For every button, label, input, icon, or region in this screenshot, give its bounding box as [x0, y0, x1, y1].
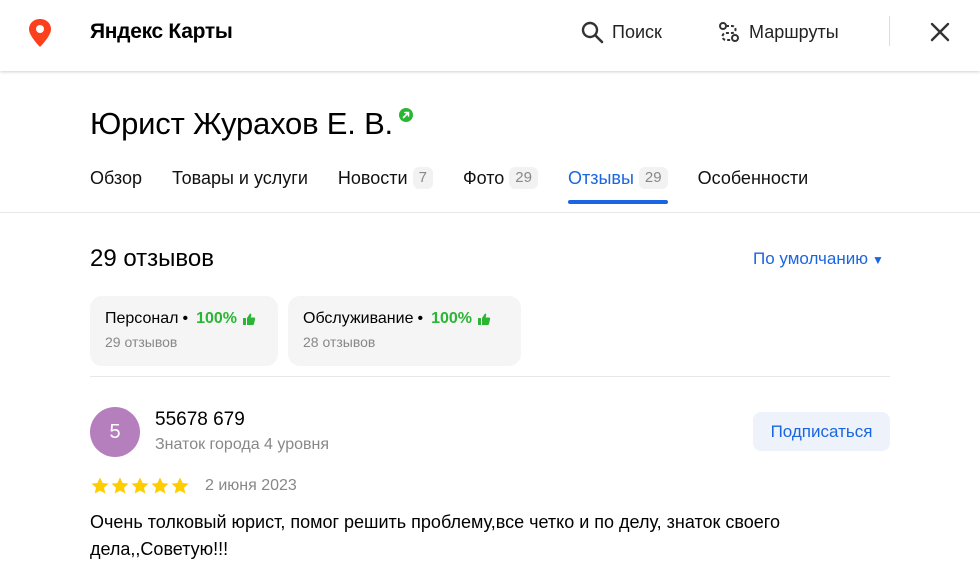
routes-label: Маршруты [749, 21, 839, 42]
tab-label: Товары и услуги [172, 167, 308, 188]
avatar[interactable]: 5 [90, 407, 140, 457]
tab-bar: Обзор Товары и услуги Новости 7 Фото 29 … [90, 164, 838, 204]
tab-label: Новости [337, 167, 408, 188]
search-button[interactable]: Поиск [580, 18, 662, 46]
separator-dot: • [417, 310, 424, 327]
tab-label: Особенности [697, 167, 809, 188]
star-icon [131, 477, 149, 494]
aspect-percent: 100% [431, 310, 473, 327]
organization-title: Юрист Журахов Е. В. [90, 106, 413, 142]
brand-logo[interactable]: Яндекс Карты [90, 20, 233, 44]
header-divider [889, 16, 890, 46]
review-author-level: Знаток города 4 уровня [155, 436, 330, 453]
tab-label: Отзывы [567, 167, 634, 188]
aspect-card-service[interactable]: Обслуживание • 100% 28 отзывов [288, 296, 521, 366]
tab-photos[interactable]: Фото 29 [463, 164, 538, 192]
chevron-down-icon: ▼ [871, 253, 884, 267]
aspect-subtitle: 28 отзывов [303, 334, 376, 350]
verified-badge-icon [398, 108, 413, 122]
separator-dot: • [182, 310, 189, 327]
organization-name: Юрист Журахов Е. В. [90, 106, 393, 141]
tab-count-badge: 7 [412, 167, 433, 189]
tabs-divider [0, 212, 980, 213]
aspect-percent: 100% [196, 310, 237, 327]
reviews-count-heading: 29 отзывов [90, 245, 215, 272]
subscribe-button[interactable]: Подписаться [753, 412, 890, 451]
top-bar: Яндекс Карты Поиск Маршруты [0, 0, 980, 71]
tab-count-badge: 29 [638, 167, 668, 189]
tab-count-badge: 29 [509, 167, 538, 189]
review-date: 2 июня 2023 [205, 477, 297, 494]
rating-stars [90, 476, 190, 496]
map-pin-logo-icon[interactable] [27, 18, 53, 48]
tab-reviews[interactable]: Отзывы 29 [567, 164, 668, 204]
routes-button[interactable]: Маршруты [717, 18, 839, 46]
aspect-name: Персонал [105, 310, 179, 327]
review-author-name[interactable]: 55678 679 [155, 409, 245, 431]
route-icon [719, 22, 739, 42]
tab-label: Фото [462, 167, 505, 188]
thumbs-up-icon [478, 313, 491, 325]
aspects-divider [90, 376, 890, 377]
tab-features[interactable]: Особенности [698, 164, 809, 192]
star-icon [171, 477, 189, 494]
star-icon [91, 477, 109, 494]
tab-overview[interactable]: Обзор [90, 164, 142, 192]
sort-label: По умолчанию [753, 249, 868, 268]
close-icon[interactable] [929, 21, 951, 43]
star-icon [111, 477, 129, 494]
thumbs-up-icon [242, 313, 256, 325]
search-icon [581, 21, 604, 44]
sort-dropdown[interactable]: По умолчанию ▼ [753, 249, 884, 269]
star-icon [151, 477, 169, 494]
tab-goods-services[interactable]: Товары и услуги [172, 164, 308, 192]
tab-news[interactable]: Новости 7 [338, 164, 433, 192]
review-text: Очень толковый юрист, помог решить пробл… [90, 512, 780, 559]
aspect-subtitle: 29 отзывов [105, 334, 178, 350]
tab-label: Обзор [90, 167, 142, 188]
aspect-name: Обслуживание [303, 310, 414, 327]
aspect-card-staff[interactable]: Персонал • 100% 29 отзывов [90, 296, 278, 366]
search-label: Поиск [612, 21, 662, 42]
